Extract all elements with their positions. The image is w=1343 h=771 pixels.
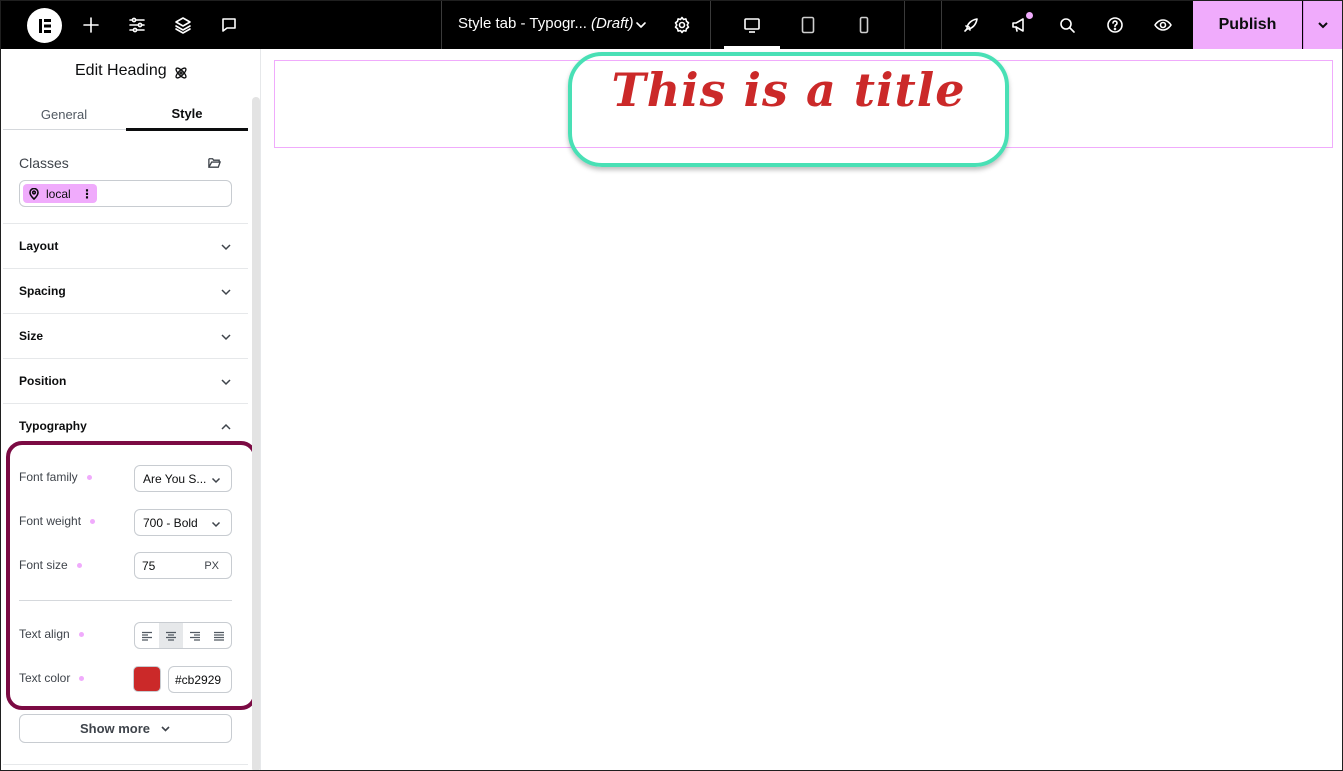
chevron-up-icon [220, 420, 232, 432]
chevron-down-icon [220, 240, 232, 252]
site-settings-icon[interactable] [125, 13, 149, 37]
publish-options-chevron-down-icon[interactable] [1303, 1, 1342, 49]
classes-input[interactable]: local ⋮ [19, 180, 232, 207]
search-icon[interactable] [1055, 13, 1079, 37]
section-title: Size [19, 329, 44, 343]
help-icon[interactable] [1103, 13, 1127, 37]
section-title: Typography [19, 419, 87, 433]
chevron-down-icon [220, 375, 232, 387]
show-more-label: Show more [79, 721, 151, 736]
document-title[interactable]: Style tab - Typogr... (Draft) [458, 15, 633, 32]
kebab-menu-icon[interactable]: ⋮ [81, 187, 93, 201]
section-title: Spacing [19, 284, 66, 298]
tab-style[interactable]: Style [126, 99, 248, 131]
page-settings-gear-icon[interactable] [670, 13, 694, 37]
classes-label: Classes [19, 155, 69, 171]
topbar-divider [941, 1, 942, 49]
class-chip-label: local [46, 186, 71, 201]
topbar-divider [710, 1, 711, 49]
chevron-down-icon[interactable] [629, 13, 653, 37]
panel-tabs: General Style [3, 99, 248, 131]
class-chip-local[interactable]: local ⋮ [23, 184, 97, 203]
chevron-down-icon [220, 330, 232, 342]
editor-window: Style tab - Typogr... (Draft) Publish Ed… [0, 0, 1343, 771]
tablet-view-icon[interactable] [780, 1, 836, 49]
desktop-view-icon[interactable] [724, 1, 780, 49]
panel-bottom-divider [3, 764, 248, 765]
panel-title: Edit Heading [75, 62, 167, 79]
section-title: Layout [19, 239, 59, 253]
atomic-element-icon [173, 65, 189, 81]
location-pin-icon [29, 187, 39, 200]
section-spacing[interactable]: Spacing [3, 268, 248, 313]
comments-icon[interactable] [217, 13, 241, 37]
topbar-divider [441, 1, 442, 49]
chevron-down-icon [161, 726, 170, 732]
tab-general[interactable]: General [3, 99, 125, 130]
folder-open-icon[interactable] [207, 155, 223, 171]
top-bar: Style tab - Typogr... (Draft) Publish [1, 1, 1342, 49]
section-position[interactable]: Position [3, 358, 248, 403]
section-title: Position [19, 374, 67, 388]
structure-layers-icon[interactable] [171, 13, 195, 37]
document-title-text: Style tab - Typogr... [458, 15, 587, 32]
mobile-view-icon[interactable] [836, 1, 892, 49]
publish-button[interactable]: Publish [1193, 1, 1302, 49]
section-layout[interactable]: Layout [3, 223, 248, 268]
show-more-button[interactable]: Show more [19, 714, 232, 743]
panel-scrollbar[interactable] [252, 97, 260, 770]
notification-dot [1026, 12, 1033, 19]
section-size[interactable]: Size [3, 313, 248, 358]
title-highlight-frame [568, 52, 1009, 167]
topbar-divider [904, 1, 905, 49]
add-element-icon[interactable] [79, 13, 103, 37]
preview-canvas: This is a title [262, 49, 1342, 770]
typography-highlight-frame [6, 441, 257, 710]
editor-panel: Edit Heading General Style Classes local… [1, 49, 261, 770]
chevron-down-icon [220, 285, 232, 297]
rocket-icon[interactable] [959, 13, 983, 37]
preview-eye-icon[interactable] [1151, 13, 1175, 37]
elementor-logo-icon[interactable] [27, 8, 62, 43]
document-status: (Draft) [590, 15, 634, 32]
